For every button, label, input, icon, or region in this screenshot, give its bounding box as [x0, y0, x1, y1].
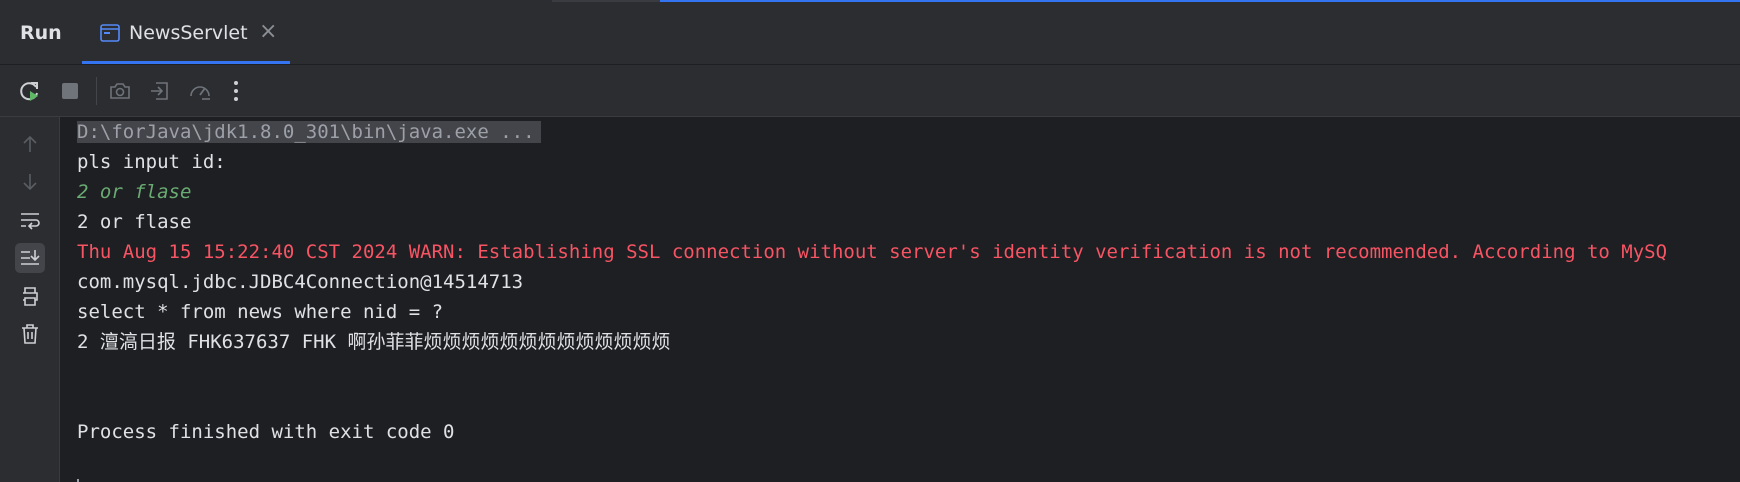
arrow-up-icon[interactable] — [15, 129, 45, 159]
console-line-prompt: pls input id: — [77, 151, 226, 173]
command-line-text[interactable]: D:\forJava\jdk1.8.0_301\bin\java.exe ... — [77, 121, 541, 143]
console-line-echo: 2 or flase — [77, 211, 192, 233]
more-icon[interactable] — [222, 77, 250, 105]
tab-newsservlet[interactable]: NewsServlet × — [82, 2, 290, 64]
console-line-exit: Process finished with exit code 0 — [77, 421, 455, 443]
console-line-command[interactable]: D:\forJava\jdk1.8.0_301\bin\java.exe ... — [77, 117, 541, 147]
profiler-icon[interactable] — [186, 77, 214, 105]
tool-window-header: Run NewsServlet × — [0, 2, 1740, 65]
console-output[interactable]: D:\forJava\jdk1.8.0_301\bin\java.exe ...… — [60, 117, 1740, 482]
trash-icon[interactable] — [15, 319, 45, 349]
console-line-user-input: 2 or flase — [77, 181, 192, 203]
scroll-to-end-icon[interactable] — [15, 243, 45, 273]
stop-icon[interactable] — [56, 77, 84, 105]
tab-selected-indicator — [82, 61, 290, 64]
console-line-query: select * from news where nid = ? — [77, 301, 444, 323]
rerun-icon[interactable] — [16, 77, 44, 105]
run-tool-window: Run NewsServlet × D:\forJava\jdk1.8.0_30… — [0, 0, 1740, 482]
camera-icon[interactable] — [106, 77, 134, 105]
console-side-toolbar — [0, 117, 60, 482]
console-line-connection: com.mysql.jdbc.JDBC4Connection@14514713 — [77, 271, 524, 293]
exit-icon[interactable] — [146, 77, 174, 105]
tab-label: NewsServlet — [129, 22, 248, 44]
run-toolbar — [0, 65, 1740, 117]
print-icon[interactable] — [15, 281, 45, 311]
console-line-result: 2 澶滈日报 FHK637637 FHK 啊孙菲菲烦烦烦烦烦烦烦烦烦烦烦烦烦 — [77, 331, 671, 353]
console-tab-icon — [100, 24, 120, 42]
close-icon[interactable]: × — [259, 19, 277, 44]
soft-wrap-icon[interactable] — [15, 205, 45, 235]
console-line-warning: Thu Aug 15 15:22:40 CST 2024 WARN: Estab… — [77, 241, 1668, 263]
toolbar-separator — [96, 77, 97, 105]
panel-title: Run — [20, 22, 62, 44]
arrow-down-icon[interactable] — [15, 167, 45, 197]
